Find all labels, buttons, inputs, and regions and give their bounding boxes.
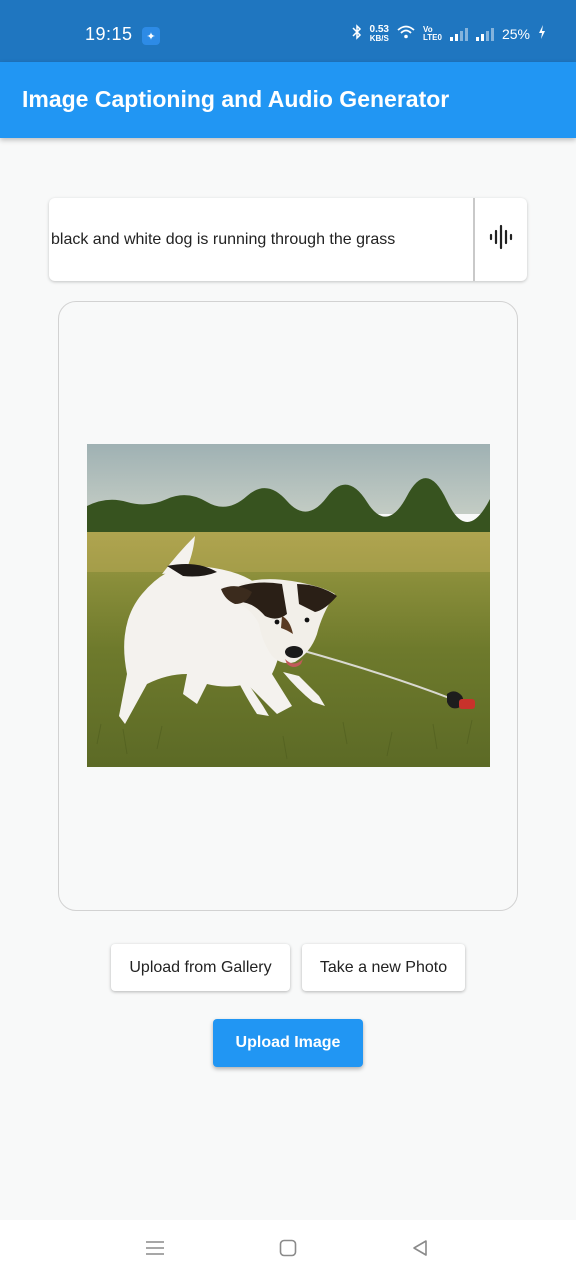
caption-card: black and white dog is running through t… [49,198,527,281]
menu-icon [145,1240,165,1261]
status-bar: 19:15 ✦ 0.53 KB/S Vo LTE0 25% [0,0,576,62]
audio-waveform-icon [488,224,514,255]
upload-image-button[interactable]: Upload Image [213,1019,363,1067]
signal-icon [449,27,468,41]
signal-icon-2 [475,27,494,41]
network-speed-unit: KB/S [369,33,389,43]
network-speed: 0.53 KB/S [369,23,389,43]
app-title: Image Captioning and Audio Generator [22,86,450,112]
system-nav-bar [0,1220,576,1280]
wifi-icon [397,25,415,42]
status-time: 19:15 [85,24,133,44]
back-icon [411,1239,429,1262]
back-button[interactable] [408,1238,432,1262]
network-speed-value: 0.53 [369,23,389,35]
image-preview-frame [58,301,518,911]
menu-button[interactable] [143,1238,167,1262]
take-new-photo-button[interactable]: Take a new Photo [302,944,465,991]
battery-level: 25% [501,25,530,42]
bluetooth-icon [352,24,362,43]
captioned-photo [87,444,490,767]
notification-icon: ✦ [142,27,160,45]
caption-text: black and white dog is running through t… [51,230,396,248]
home-button[interactable] [276,1238,300,1262]
volte-indicator: Vo LTE0 [423,24,442,42]
upload-from-gallery-button[interactable]: Upload from Gallery [111,944,290,991]
play-audio-button[interactable] [475,198,527,281]
app-bar: Image Captioning and Audio Generator [0,62,576,138]
charging-icon [538,25,546,42]
home-icon [279,1239,297,1262]
status-indicators: 0.53 KB/S Vo LTE0 25% [352,24,546,43]
